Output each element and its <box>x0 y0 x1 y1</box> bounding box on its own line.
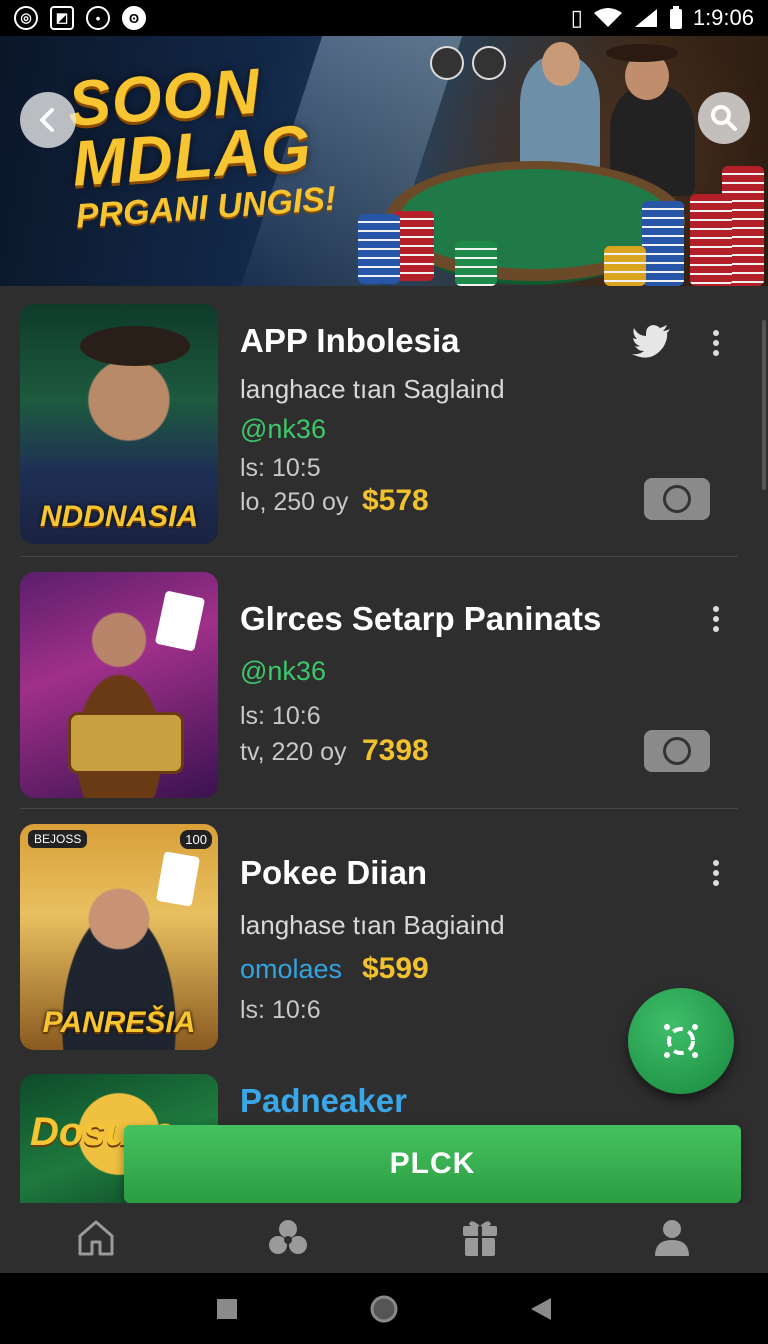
recent-apps-icon[interactable] <box>215 1297 239 1321</box>
nav-profile[interactable] <box>632 1208 712 1268</box>
system-nav-bar <box>0 1273 768 1344</box>
chip-stack <box>358 214 400 284</box>
spade-badge-icon <box>430 46 464 80</box>
nav-community[interactable] <box>248 1208 328 1268</box>
record-toggle-button[interactable] <box>644 730 710 772</box>
item-price: $599 <box>362 952 429 985</box>
item-meta: tv, 220 oy <box>240 738 347 766</box>
item-title: Pokee Diian <box>240 854 428 891</box>
primary-cta-button[interactable]: PLCK <box>124 1125 741 1203</box>
scan-icon <box>664 1024 698 1058</box>
player-hat <box>606 44 678 62</box>
twitter-bird-icon[interactable] <box>632 324 672 358</box>
item-price: $578 <box>362 484 429 517</box>
battery-icon <box>669 6 682 29</box>
status-time: 1:9:06 <box>692 5 754 30</box>
hero-title: SOON MDLAG PRGANI UNGIS! <box>66 55 338 237</box>
item-title: Glrces Setarp Paninats <box>240 600 602 637</box>
gift-icon <box>463 1221 497 1256</box>
playing-card <box>155 851 201 907</box>
vibrate-icon: ▯ <box>570 5 583 30</box>
item-meta: lo, 250 oy <box>240 488 349 516</box>
thumbnail-caption: PANREŠIA <box>42 1006 196 1039</box>
item-price: 7398 <box>362 734 429 767</box>
player-head <box>542 42 580 86</box>
item-handle[interactable]: @nk36 <box>240 414 326 445</box>
home-icon <box>78 1220 114 1256</box>
fedora-hat <box>80 326 190 366</box>
gallery-icon: ◩ <box>50 6 74 30</box>
chip-stack <box>604 246 646 286</box>
search-icon <box>711 105 737 131</box>
back-triangle-icon[interactable] <box>529 1296 553 1322</box>
home-circle-icon[interactable] <box>369 1294 399 1324</box>
nav-gifts[interactable] <box>440 1208 520 1268</box>
divider <box>20 808 738 809</box>
hero-banner[interactable]: SOON MDLAG PRGANI UNGIS! <box>0 36 768 286</box>
item-thumbnail[interactable]: BEJOSS 100 PANREŠIA <box>20 824 218 1050</box>
item-thumbnail[interactable] <box>20 572 218 798</box>
divider <box>20 556 738 557</box>
status-bar: ◎ ◩ • ʘ ▯ 1:9:06 <box>0 0 768 36</box>
profile-icon <box>655 1220 689 1256</box>
thumbnail-badge: BEJOSS <box>28 830 88 848</box>
wifi-icon <box>593 8 622 27</box>
more-options-button[interactable] <box>704 326 728 360</box>
item-meta: ls: 10:6 <box>240 996 321 1024</box>
signal-icon <box>634 9 657 27</box>
item-title: Padneaker <box>240 1082 407 1119</box>
bottom-nav <box>0 1203 768 1273</box>
chip-stack <box>642 201 684 286</box>
item-thumbnail[interactable]: NDDNASIA <box>20 304 218 544</box>
item-meta: ls: 10:5 <box>240 454 321 482</box>
playing-card <box>154 590 206 652</box>
back-button[interactable] <box>20 92 76 148</box>
community-icon <box>269 1220 307 1254</box>
coin-badge-icon <box>472 46 506 80</box>
chip-stack <box>690 194 732 286</box>
nfc-icon: ʘ <box>122 6 146 30</box>
record-toggle-button[interactable] <box>644 478 710 520</box>
thumbnail-caption: NDDNASIA <box>39 500 199 533</box>
item-meta: ls: 10:6 <box>240 702 321 730</box>
item-handle[interactable]: @nk36 <box>240 656 326 687</box>
circle-icon <box>663 737 691 765</box>
search-button[interactable] <box>698 92 750 144</box>
chip-stack <box>455 241 497 286</box>
item-subtitle: langhace tıan Saglaind <box>240 374 505 404</box>
thumbnail-badge: 100 <box>180 830 212 849</box>
item-handle[interactable]: omolaes <box>240 954 342 985</box>
scrollbar[interactable] <box>762 320 766 490</box>
messenger-icon: ◎ <box>14 6 38 30</box>
more-options-button[interactable] <box>704 856 728 890</box>
nav-home[interactable] <box>56 1208 136 1268</box>
item-subtitle: langhase tıan Bagiaind <box>240 910 505 940</box>
slot-machine <box>68 712 184 774</box>
chevron-left-icon <box>40 108 54 132</box>
more-options-button[interactable] <box>704 602 728 636</box>
item-title: APP Inbolesia <box>240 322 460 359</box>
floating-action-button[interactable] <box>628 988 734 1094</box>
circle-icon <box>663 485 691 513</box>
clock-icon: • <box>86 6 110 30</box>
